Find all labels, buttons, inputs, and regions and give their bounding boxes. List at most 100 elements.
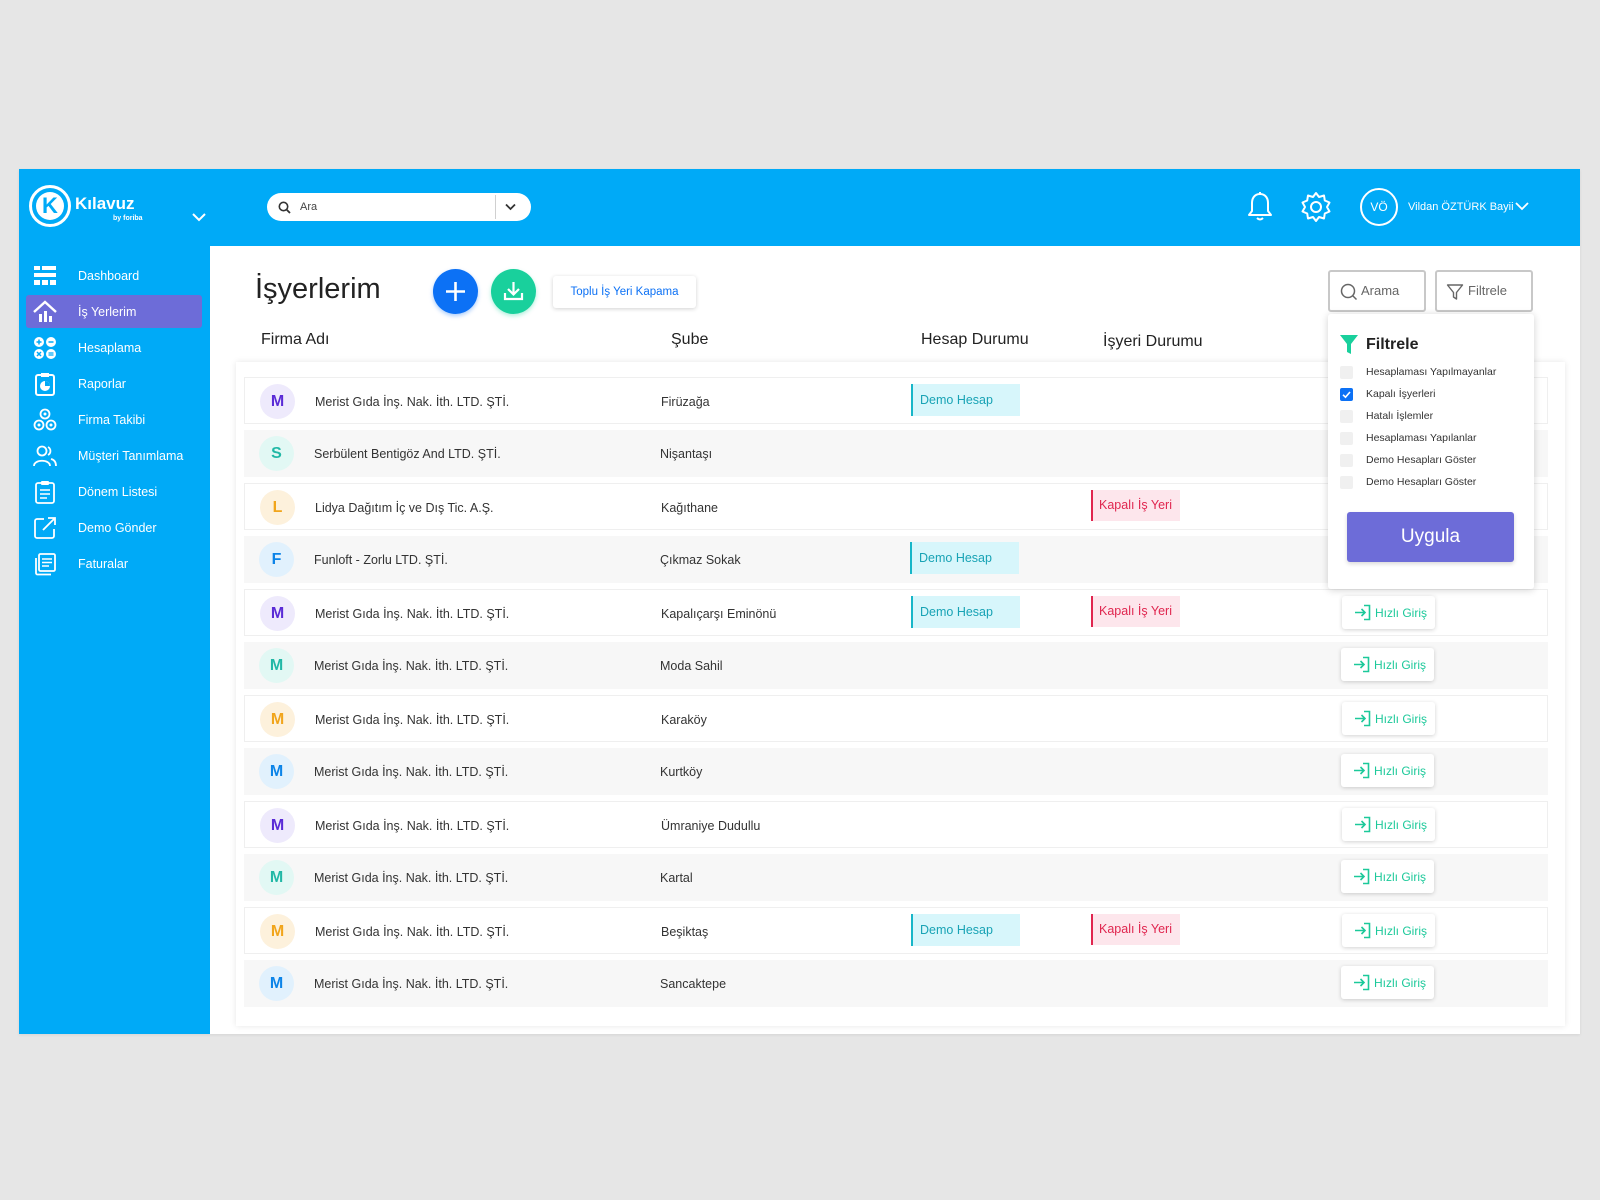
chevron-down-icon[interactable] [505,203,516,211]
clipboard-list-icon [35,481,55,504]
company-tracking-icon [33,408,57,431]
sidebar-item-label: Firma Takibi [78,413,146,427]
home-chart-icon [33,300,57,322]
branch-name: Karaköy [661,713,707,727]
kilavuz-logo[interactable]: K Kılavuz by foriba [29,185,206,229]
quick-login-button[interactable]: Hızlı Giriş [1341,860,1434,893]
search-button[interactable]: Arama [1328,270,1426,312]
bell-icon[interactable] [1246,191,1274,223]
quick-login-button[interactable]: Hızlı Giriş [1341,966,1434,999]
firm-avatar: M [260,914,295,949]
branch-name: Sancaktepe [660,977,727,991]
sidebar-item-demo-gonder[interactable]: Demo Gönder [26,511,202,544]
filter-option-label: Kapalı İşyerleri [1366,388,1436,400]
search-button-label: Arama [1361,283,1400,298]
apply-filter-button[interactable]: Uygula [1347,512,1514,562]
firm-name: Lidya Dağıtım İç ve Dış Tic. A.Ş. [315,501,494,515]
firm-avatar: M [259,966,294,1001]
sidebar-item-musteri-tanimlama[interactable]: Müşteri Tanımlama [26,439,202,472]
sidebar-item-is-yerlerim[interactable]: İş Yerlerim [26,295,202,328]
chevron-down-icon[interactable] [192,213,206,222]
filter-checkbox[interactable] [1340,410,1353,423]
login-arrow-icon [1354,762,1370,779]
quick-login-button[interactable]: Hızlı Giriş [1341,754,1434,787]
firm-avatar: S [259,436,294,471]
table-row[interactable]: M Merist Gıda İnş. Nak. İth. LTD. ŞTİ. Kar… [244,695,1548,742]
sidebar-item-donem-listesi[interactable]: Dönem Listesi [26,475,202,508]
filter-dropdown: Filtrele Uygula Hesaplaması Yapılmayanla… [1328,314,1534,589]
quick-login-label: Hızlı Giriş [1374,976,1426,990]
add-workplace-button[interactable] [433,269,478,314]
users-icon [33,445,57,467]
firm-avatar: M [260,596,295,631]
filter-button[interactable]: Filtrele [1435,270,1533,312]
sidebar-item-faturalar[interactable]: Faturalar [26,547,202,580]
filter-option[interactable]: Hesaplaması Yapılmayanlar [1340,364,1530,380]
firm-avatar: L [260,490,295,525]
download-button[interactable] [491,269,536,314]
quick-login-button[interactable]: Hızlı Giriş [1341,648,1434,681]
filter-checkbox[interactable] [1340,476,1353,489]
bulk-close-workplaces-button[interactable]: Toplu İş Yeri Kapama [553,276,696,308]
closed-workplace-badge: Kapalı İş Yeri [1091,490,1180,521]
demo-account-badge: Demo Hesap [911,596,1020,628]
sidebar-item-raporlar[interactable]: Raporlar [26,367,202,400]
sidebar-item-label: Raporlar [78,377,126,391]
login-arrow-icon [1355,922,1371,939]
quick-login-button[interactable]: Hızlı Giriş [1342,914,1435,947]
check-icon [1342,391,1351,399]
user-name[interactable]: Vildan ÖZTÜRK Bayii [1408,201,1514,213]
search-divider [495,195,496,219]
branch-name: Nişantaşı [660,447,713,461]
user-avatar[interactable]: VÖ [1360,188,1398,226]
chevron-down-icon[interactable] [1515,202,1529,211]
global-search[interactable]: Ara [267,193,531,221]
closed-workplace-badge: Kapalı İş Yeri [1091,914,1180,945]
quick-login-label: Hızlı Giriş [1374,764,1426,778]
filter-checkbox[interactable] [1340,366,1353,379]
sidebar-item-firma-takibi[interactable]: Firma Takibi [26,403,202,436]
demo-account-badge: Demo Hesap [910,542,1019,574]
page-title: İşyerlerim [255,273,381,305]
filter-option[interactable]: Demo Hesapları Göster [1340,452,1530,468]
filter-checkbox[interactable] [1340,432,1353,445]
table-row[interactable]: M Merist Gıda İnş. Nak. İth. LTD. ŞTİ. Mod… [244,642,1548,689]
login-arrow-icon [1354,974,1370,991]
filter-option[interactable]: Hesaplaması Yapılanlar [1340,430,1530,446]
download-icon [503,282,524,301]
filter-panel-title: Filtrele [1366,336,1419,353]
filter-funnel-icon [1340,335,1358,354]
gear-icon[interactable] [1300,191,1332,223]
column-header-workplace-status: İşyeri Durumu [1103,333,1203,350]
sidebar-item-dashboard[interactable]: Dashboard [26,259,202,292]
branch-name: Beşiktaş [661,925,709,939]
filter-option[interactable]: Demo Hesapları Göster [1340,474,1530,490]
table-row[interactable]: M Merist Gıda İnş. Nak. İth. LTD. ŞTİ. Ümr… [244,801,1548,848]
table-row[interactable]: M Merist Gıda İnş. Nak. İth. LTD. ŞTİ. San… [244,960,1548,1007]
quick-login-button[interactable]: Hızlı Giriş [1342,596,1435,629]
filter-option[interactable]: Kapalı İşyerleri [1340,386,1530,402]
table-row[interactable]: M Merist Gıda İnş. Nak. İth. LTD. ŞTİ. Kar… [244,854,1548,901]
firm-name: Merist Gıda İnş. Nak. İth. LTD. ŞTİ. [315,819,510,833]
quick-login-button[interactable]: Hızlı Giriş [1342,808,1435,841]
filter-option[interactable]: Hatalı İşlemler [1340,408,1530,424]
sidebar-item-hesaplama[interactable]: Hesaplama [26,331,202,364]
calculator-icon [34,337,56,359]
filter-option-label: Demo Hesapları Göster [1366,454,1477,466]
demo-account-badge: Demo Hesap [911,384,1020,416]
table-row[interactable]: M Merist Gıda İnş. Nak. İth. LTD. ŞTİ. Kur… [244,748,1548,795]
login-arrow-icon [1355,710,1371,727]
column-header-firm: Firma Adı [261,331,330,348]
filter-option-label: Hatalı İşlemler [1366,410,1434,422]
quick-login-button[interactable]: Hızlı Giriş [1342,702,1435,735]
branch-name: Kapalıçarşı Eminönü [661,607,777,621]
filter-checkbox[interactable] [1340,454,1353,467]
table-row[interactable]: M Merist Gıda İnş. Nak. İth. LTD. ŞTİ. Beş… [244,907,1548,954]
search-input[interactable]: Ara [300,201,317,213]
branch-name: Ümraniye Dudullu [661,819,761,833]
filter-checkbox[interactable] [1340,388,1353,401]
quick-login-label: Hızlı Giriş [1375,924,1427,938]
branch-name: Çıkmaz Sokak [660,553,741,567]
table-row[interactable]: M Merist Gıda İnş. Nak. İth. LTD. ŞTİ. Kap… [244,589,1548,636]
firm-name: Merist Gıda İnş. Nak. İth. LTD. ŞTİ. [314,765,509,779]
